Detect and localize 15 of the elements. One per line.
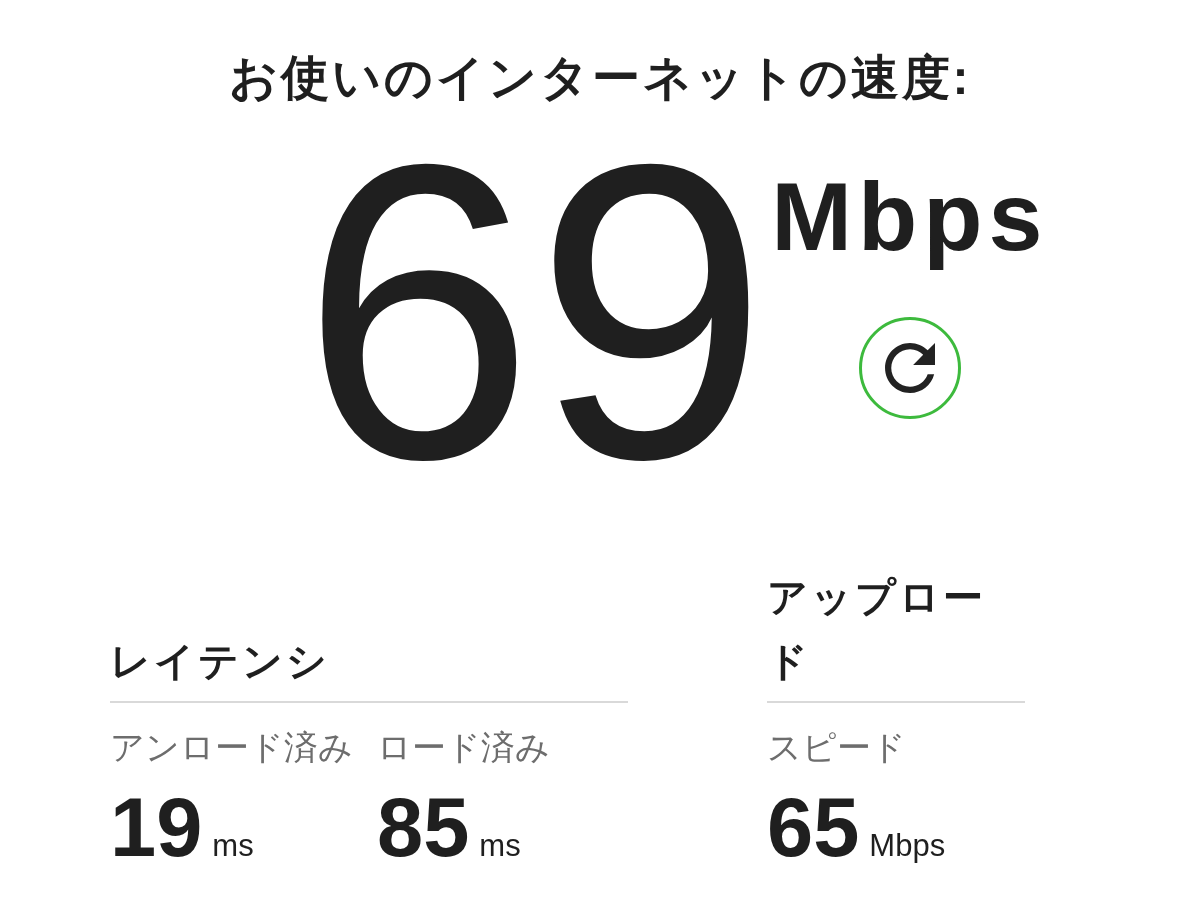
metric-value: 85: [377, 786, 470, 869]
metric-unit: ms: [479, 827, 521, 865]
section-heading: アップロード: [767, 574, 987, 685]
metric-value: 65: [767, 786, 860, 869]
metric-value: 19: [110, 786, 203, 869]
metric-label: スピード: [767, 727, 906, 768]
refresh-icon: [884, 343, 935, 394]
metric-label: ロード済み: [377, 727, 550, 768]
speed-value: 69: [301, 102, 769, 522]
metric-label: アンロード済み: [110, 727, 353, 768]
speed-unit: Mbps: [771, 161, 1049, 273]
metric-unit: Mbps: [869, 827, 946, 865]
page-title: お使いのインターネットの速度:: [228, 54, 972, 102]
section-heading: レイテンシ: [110, 638, 331, 685]
metric-unit: ms: [212, 827, 254, 865]
